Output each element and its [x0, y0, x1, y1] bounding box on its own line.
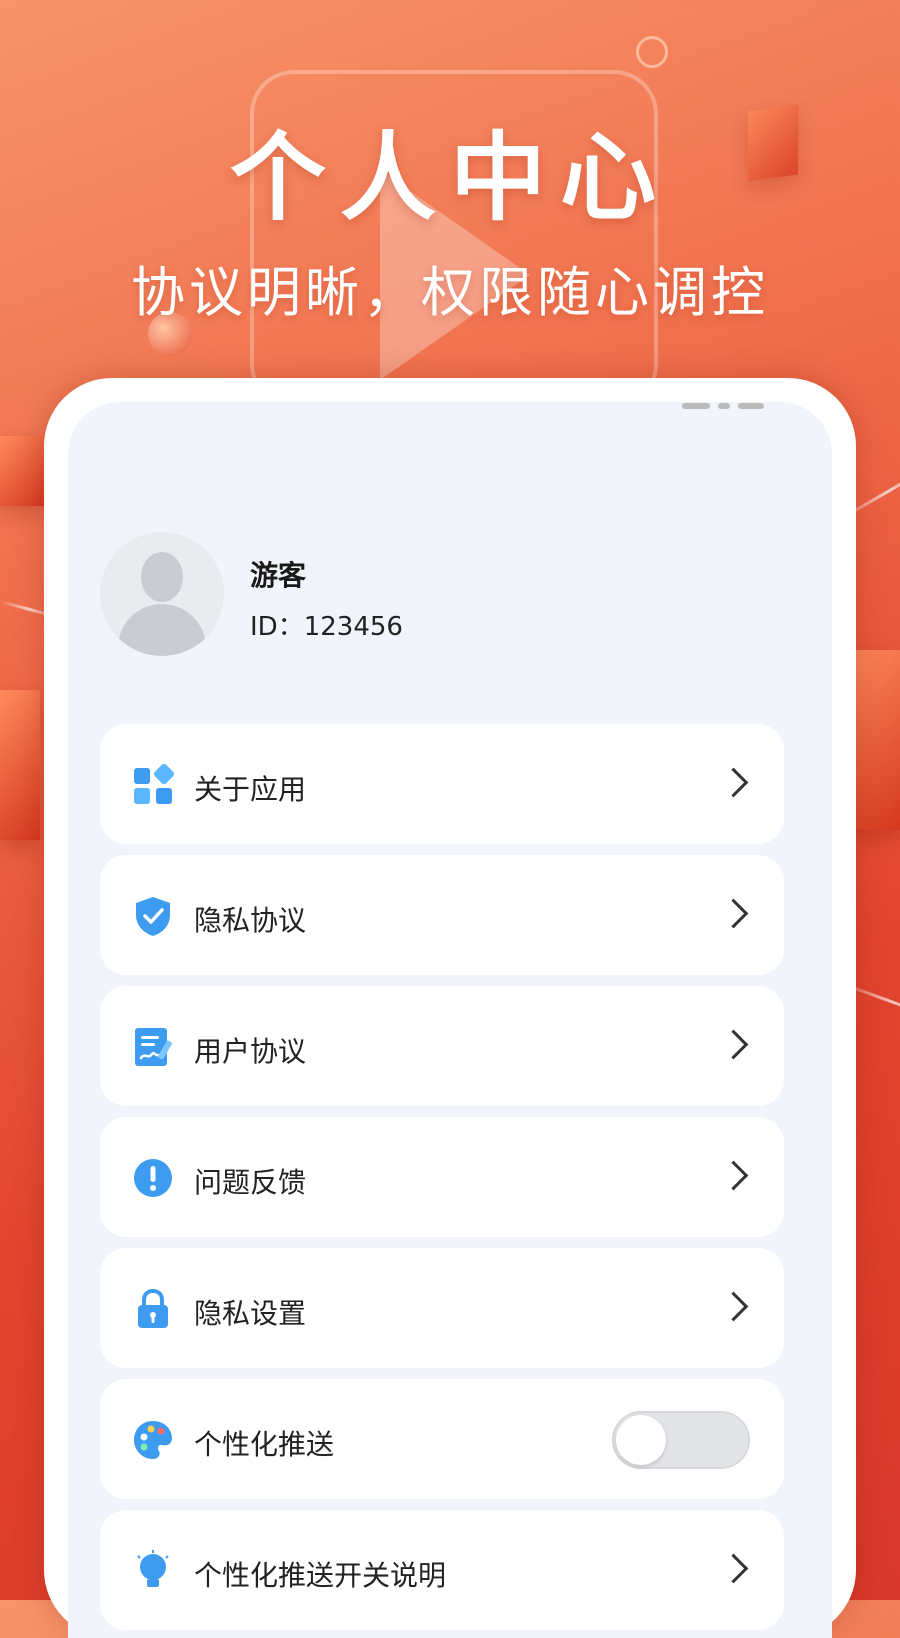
menu-item-push-explanation[interactable]: 个性化推送开关说明: [100, 1510, 784, 1630]
promo-title: 个人中心: [230, 122, 670, 234]
user-id: ID：123456: [250, 612, 403, 642]
apps-grid-icon: [134, 764, 174, 804]
chevron-right-icon: [718, 898, 749, 929]
chevron-right-icon: [718, 1160, 749, 1191]
menu-label: 问题反馈: [194, 1166, 307, 1199]
decorative-cube: [0, 690, 40, 840]
menu-label: 隐私设置: [194, 1297, 307, 1330]
avatar-head-shape: [141, 552, 183, 602]
menu-label: 用户协议: [194, 1035, 307, 1068]
chevron-right-icon: [718, 1029, 749, 1060]
shield-check-icon: [136, 897, 170, 936]
menu-item-feedback[interactable]: 问题反馈: [100, 1117, 784, 1237]
menu-item-privacy-settings[interactable]: 隐私设置: [100, 1248, 784, 1368]
menu-item-about-app[interactable]: 关于应用: [100, 724, 784, 844]
profile-header[interactable]: 游客 ID：123456: [100, 532, 700, 656]
chevron-right-icon: [718, 1291, 749, 1322]
lightbulb-icon: [137, 1550, 169, 1587]
menu-label: 隐私协议: [194, 904, 307, 937]
menu-label: 个性化推送: [194, 1428, 335, 1461]
exclamation-circle-icon: [134, 1159, 172, 1197]
phone-frame: 游客 ID：123456 关于应用 隐私协议 用户协议 问题反馈 隐私设置 个性…: [44, 378, 856, 1638]
user-name: 游客: [250, 559, 307, 592]
toggle-knob: [616, 1415, 666, 1465]
settings-menu: 关于应用 隐私协议 用户协议 问题反馈 隐私设置 个性化推送 个性化推送开关说明: [100, 724, 784, 1638]
chevron-right-icon: [718, 767, 749, 798]
chevron-right-icon: [718, 1553, 749, 1584]
personalized-push-toggle[interactable]: [612, 1411, 750, 1469]
document-sign-icon: [135, 1028, 172, 1066]
avatar-body-shape: [118, 604, 206, 656]
decorative-cube: [0, 436, 46, 506]
menu-item-personalized-push: 个性化推送: [100, 1379, 784, 1499]
decorative-ring: [636, 36, 668, 68]
palette-icon: [134, 1421, 172, 1459]
promo-subtitle: 协议明晰，权限随心调控: [131, 261, 769, 324]
menu-item-privacy-policy[interactable]: 隐私协议: [100, 855, 784, 975]
menu-item-user-agreement[interactable]: 用户协议: [100, 986, 784, 1106]
phone-screen: 游客 ID：123456 关于应用 隐私协议 用户协议 问题反馈 隐私设置 个性…: [68, 402, 832, 1638]
avatar[interactable]: [100, 532, 224, 656]
menu-label: 关于应用: [194, 773, 307, 806]
status-bar-icons: [682, 402, 772, 409]
lock-icon: [138, 1288, 168, 1328]
menu-label: 个性化推送开关说明: [194, 1559, 447, 1592]
